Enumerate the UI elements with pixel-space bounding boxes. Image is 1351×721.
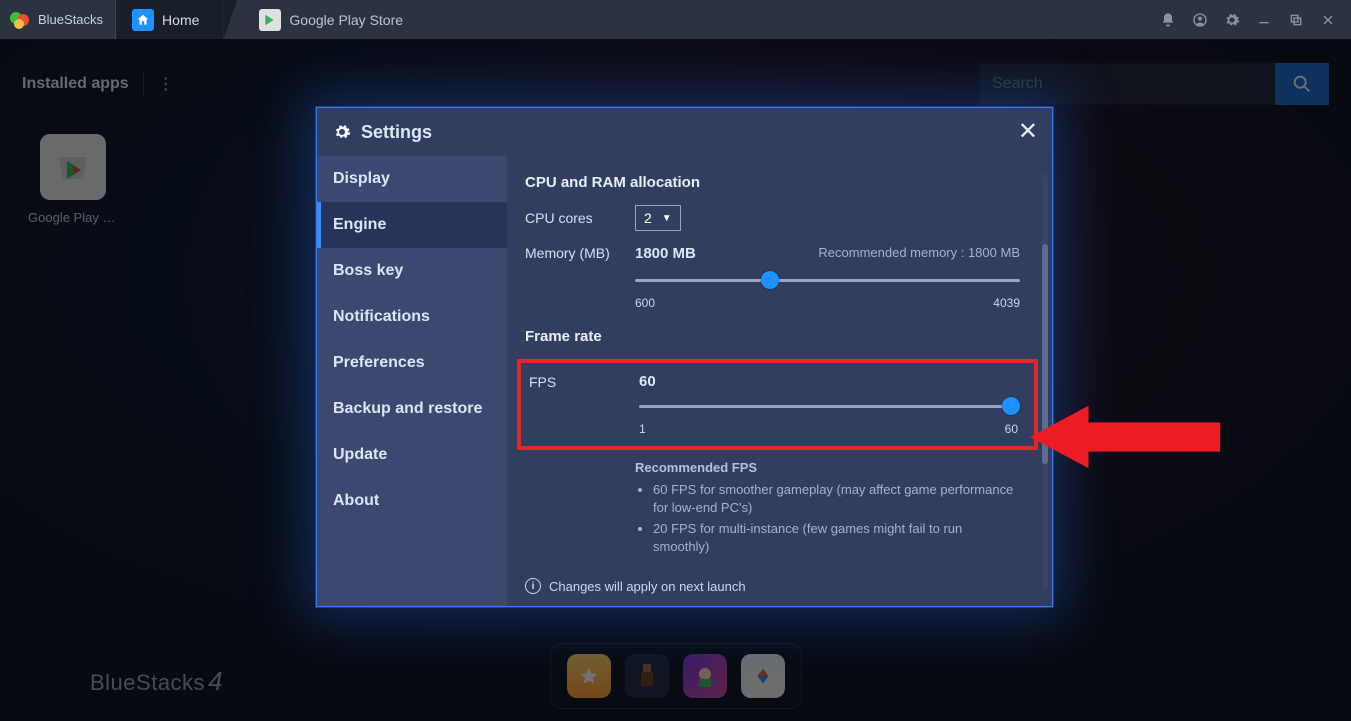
tab-google-play[interactable]: Google Play Store [243,0,427,39]
nav-engine[interactable]: Engine [317,202,507,248]
nav-about[interactable]: About [317,478,507,524]
gear-icon[interactable] [1223,11,1241,29]
info-icon: i [525,578,541,594]
nav-backup-restore[interactable]: Backup and restore [317,386,507,432]
memory-max: 4039 [993,296,1020,310]
app-name: BlueStacks [38,12,103,27]
fps-label: FPS [529,374,639,390]
nav-preferences[interactable]: Preferences [317,340,507,386]
nav-notifications[interactable]: Notifications [317,294,507,340]
fps-slider[interactable] [639,396,1018,416]
recommended-fps-item-1: 60 FPS for smoother gameplay (may affect… [653,481,1020,516]
cpu-cores-label: CPU cores [525,210,635,226]
tab-home[interactable]: Home [115,0,223,39]
tab-strip: Home Google Play Store [115,0,1159,39]
window-titlebar: BlueStacks Home Google Play Store [0,0,1351,39]
gear-icon [333,123,351,141]
settings-title: Settings [361,122,432,143]
recommended-fps-title: Recommended FPS [635,460,1020,475]
recommended-fps-item-2: 20 FPS for multi-instance (few games mig… [653,520,1020,555]
fps-max: 60 [1005,422,1018,436]
cpu-cores-select[interactable]: 2 ▼ [635,205,681,231]
bell-icon[interactable] [1159,11,1177,29]
play-store-icon [259,9,281,31]
close-icon[interactable]: ✕ [1018,120,1038,144]
memory-min: 600 [635,296,655,310]
chevron-down-icon: ▼ [662,213,672,224]
settings-nav: Display Engine Boss key Notifications Pr… [317,156,507,606]
fps-slider-handle[interactable] [1002,397,1020,415]
memory-value: 1800 MB [635,245,696,262]
memory-label: Memory (MB) [525,245,635,261]
fps-value: 60 [639,373,656,390]
tab-label: Home [162,12,199,28]
section-cpu-ram: CPU and RAM allocation [525,174,1048,191]
nav-display[interactable]: Display [317,156,507,202]
maximize-button[interactable] [1287,11,1305,29]
section-frame-rate: Frame rate [525,328,1048,345]
nav-update[interactable]: Update [317,432,507,478]
memory-recommended: Recommended memory : 1800 MB [818,245,1020,260]
fps-min: 1 [639,422,646,436]
cpu-cores-value: 2 [644,210,652,226]
annotation-arrow [1030,397,1225,477]
minimize-button[interactable] [1255,11,1273,29]
home-icon [132,9,154,31]
pane-scrollbar[interactable] [1042,174,1048,588]
close-button[interactable] [1319,11,1337,29]
settings-pane-engine: CPU and RAM allocation CPU cores 2 ▼ Mem… [507,156,1052,606]
settings-modal: Settings ✕ Display Engine Boss key Notif… [316,107,1053,607]
footer-note: i Changes will apply on next launch [525,578,746,594]
fps-highlight-box: FPS 60 1 60 [517,359,1038,450]
account-icon[interactable] [1191,11,1209,29]
memory-slider-handle[interactable] [761,271,779,289]
bluestacks-logo-icon [8,8,32,32]
window-controls [1159,11,1347,29]
footer-note-text: Changes will apply on next launch [549,579,746,594]
nav-boss-key[interactable]: Boss key [317,248,507,294]
memory-slider[interactable] [635,270,1020,290]
recommended-fps-block: Recommended FPS 60 FPS for smoother game… [635,460,1020,555]
desktop: Installed apps ⋮ Google Play Store BlueS… [0,39,1351,721]
settings-header: Settings ✕ [317,108,1052,156]
tab-label: Google Play Store [289,12,403,28]
